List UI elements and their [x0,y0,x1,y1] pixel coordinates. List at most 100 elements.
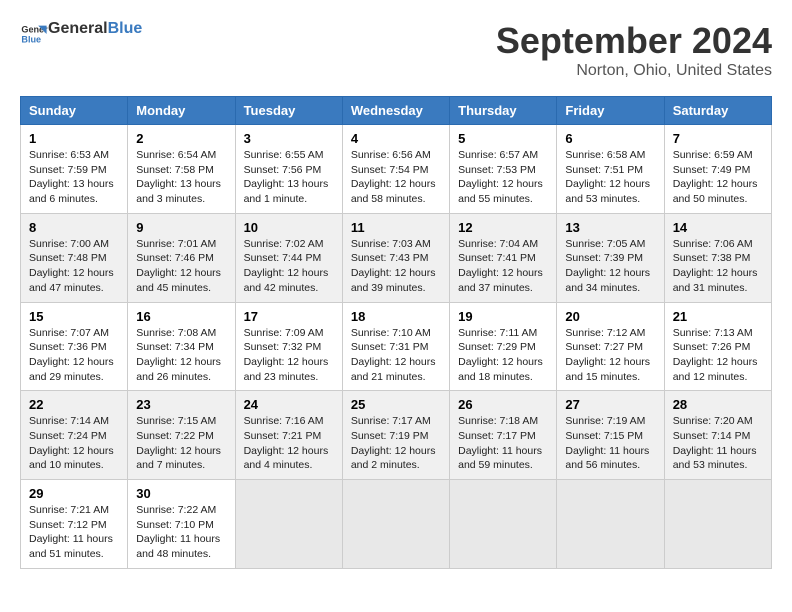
calendar-cell: 6 Sunrise: 6:58 AM Sunset: 7:51 PM Daylig… [557,125,664,214]
calendar-cell: 25Sunrise: 7:17 AM Sunset: 7:19 PM Dayli… [342,391,449,480]
logo-icon: General Blue [20,20,48,48]
day-info: Sunrise: 7:05 AM Sunset: 7:39 PM Dayligh… [565,237,655,296]
calendar-cell: 12Sunrise: 7:04 AM Sunset: 7:41 PM Dayli… [450,213,557,302]
day-number: 15 [29,309,119,324]
calendar-cell: 10 Sunrise: 7:02 AM Sunset: 7:44 PM Dayli… [235,213,342,302]
calendar-cell: 5 Sunrise: 6:57 AM Sunset: 7:53 PM Daylig… [450,125,557,214]
calendar-cell: 28 Sunrise: 7:20 AM Sunset: 7:14 PM Dayli… [664,391,771,480]
day-info: Sunrise: 6:57 AM Sunset: 7:53 PM Dayligh… [458,148,548,207]
day-number: 17 [244,309,334,324]
calendar-cell: 19 Sunrise: 7:11 AM Sunset: 7:29 PM Dayli… [450,302,557,391]
day-number: 29 [29,486,119,501]
weekday-header-friday: Friday [557,97,664,125]
calendar-cell: 17 Sunrise: 7:09 AM Sunset: 7:32 PM Dayli… [235,302,342,391]
month-title: September 2024 [142,20,772,62]
calendar-cell: 7Sunrise: 6:59 AM Sunset: 7:49 PM Daylig… [664,125,771,214]
day-number: 9 [136,220,226,235]
day-info: Sunrise: 7:16 AM Sunset: 7:21 PM Dayligh… [244,414,334,473]
day-info: Sunrise: 7:20 AM Sunset: 7:14 PM Dayligh… [673,414,763,473]
calendar-cell: 18 Sunrise: 7:10 AM Sunset: 7:31 PM Dayli… [342,302,449,391]
day-number: 19 [458,309,548,324]
day-number: 10 [244,220,334,235]
day-number: 26 [458,397,548,412]
calendar-cell: 21 Sunrise: 7:13 AM Sunset: 7:26 PM Dayli… [664,302,771,391]
day-info: Sunrise: 7:07 AM Sunset: 7:36 PM Dayligh… [29,326,119,385]
day-info: Sunrise: 7:15 AM Sunset: 7:22 PM Dayligh… [136,414,226,473]
calendar-cell: 26 Sunrise: 7:18 AM Sunset: 7:17 PM Dayli… [450,391,557,480]
day-number: 28 [673,397,763,412]
calendar-cell: 1Sunrise: 6:53 AM Sunset: 7:59 PM Daylig… [21,125,128,214]
weekday-header-wednesday: Wednesday [342,97,449,125]
day-number: 11 [351,220,441,235]
calendar-cell [235,480,342,569]
day-number: 13 [565,220,655,235]
title-area: September 2024 Norton, Ohio, United Stat… [142,20,772,80]
day-info: Sunrise: 7:09 AM Sunset: 7:32 PM Dayligh… [244,326,334,385]
day-number: 5 [458,131,548,146]
day-info: Sunrise: 7:03 AM Sunset: 7:43 PM Dayligh… [351,237,441,296]
day-info: Sunrise: 7:00 AM Sunset: 7:48 PM Dayligh… [29,237,119,296]
day-info: Sunrise: 6:54 AM Sunset: 7:58 PM Dayligh… [136,148,226,207]
day-number: 21 [673,309,763,324]
day-info: Sunrise: 6:58 AM Sunset: 7:51 PM Dayligh… [565,148,655,207]
week-row-3: 15 Sunrise: 7:07 AM Sunset: 7:36 PM Dayli… [21,302,772,391]
calendar-cell: 9 Sunrise: 7:01 AM Sunset: 7:46 PM Daylig… [128,213,235,302]
calendar-cell: 24 Sunrise: 7:16 AM Sunset: 7:21 PM Dayli… [235,391,342,480]
day-info: Sunrise: 7:12 AM Sunset: 7:27 PM Dayligh… [565,326,655,385]
header: General Blue General Blue GeneralBlue Se… [20,20,772,80]
calendar-cell: 27Sunrise: 7:19 AM Sunset: 7:15 PM Dayli… [557,391,664,480]
day-info: Sunrise: 7:02 AM Sunset: 7:44 PM Dayligh… [244,237,334,296]
day-number: 14 [673,220,763,235]
svg-text:Blue: Blue [21,34,41,44]
day-number: 8 [29,220,119,235]
calendar-cell: 22Sunrise: 7:14 AM Sunset: 7:24 PM Dayli… [21,391,128,480]
day-info: Sunrise: 7:19 AM Sunset: 7:15 PM Dayligh… [565,414,655,473]
day-number: 2 [136,131,226,146]
day-number: 30 [136,486,226,501]
calendar-cell: 11 Sunrise: 7:03 AM Sunset: 7:43 PM Dayli… [342,213,449,302]
calendar-cell: 14 Sunrise: 7:06 AM Sunset: 7:38 PM Dayli… [664,213,771,302]
day-number: 23 [136,397,226,412]
day-number: 4 [351,131,441,146]
day-info: Sunrise: 7:13 AM Sunset: 7:26 PM Dayligh… [673,326,763,385]
day-info: Sunrise: 6:55 AM Sunset: 7:56 PM Dayligh… [244,148,334,207]
weekday-header-sunday: Sunday [21,97,128,125]
calendar-cell: 2 Sunrise: 6:54 AM Sunset: 7:58 PM Daylig… [128,125,235,214]
calendar-cell: 13 Sunrise: 7:05 AM Sunset: 7:39 PM Dayli… [557,213,664,302]
day-number: 24 [244,397,334,412]
week-row-4: 22Sunrise: 7:14 AM Sunset: 7:24 PM Dayli… [21,391,772,480]
day-info: Sunrise: 6:53 AM Sunset: 7:59 PM Dayligh… [29,148,119,207]
calendar-cell [557,480,664,569]
day-info: Sunrise: 7:21 AM Sunset: 7:12 PM Dayligh… [29,503,119,562]
day-number: 22 [29,397,119,412]
day-info: Sunrise: 6:59 AM Sunset: 7:49 PM Dayligh… [673,148,763,207]
calendar-cell: 8 Sunrise: 7:00 AM Sunset: 7:48 PM Daylig… [21,213,128,302]
calendar-cell [664,480,771,569]
calendar-table: SundayMondayTuesdayWednesdayThursdayFrid… [20,96,772,569]
location-title: Norton, Ohio, United States [142,62,772,80]
logo: General Blue General Blue [20,20,48,48]
logo-text-block: GeneralBlue [48,20,142,38]
calendar-cell [342,480,449,569]
day-number: 3 [244,131,334,146]
day-info: Sunrise: 7:10 AM Sunset: 7:31 PM Dayligh… [351,326,441,385]
day-info: Sunrise: 7:11 AM Sunset: 7:29 PM Dayligh… [458,326,548,385]
day-info: Sunrise: 7:22 AM Sunset: 7:10 PM Dayligh… [136,503,226,562]
day-number: 16 [136,309,226,324]
day-info: Sunrise: 7:06 AM Sunset: 7:38 PM Dayligh… [673,237,763,296]
day-info: Sunrise: 6:56 AM Sunset: 7:54 PM Dayligh… [351,148,441,207]
weekday-header-thursday: Thursday [450,97,557,125]
day-info: Sunrise: 7:08 AM Sunset: 7:34 PM Dayligh… [136,326,226,385]
day-info: Sunrise: 7:01 AM Sunset: 7:46 PM Dayligh… [136,237,226,296]
weekday-header-row: SundayMondayTuesdayWednesdayThursdayFrid… [21,97,772,125]
weekday-header-tuesday: Tuesday [235,97,342,125]
calendar-cell: 23 Sunrise: 7:15 AM Sunset: 7:22 PM Dayli… [128,391,235,480]
calendar-cell [450,480,557,569]
day-number: 6 [565,131,655,146]
day-number: 18 [351,309,441,324]
week-row-1: 1Sunrise: 6:53 AM Sunset: 7:59 PM Daylig… [21,125,772,214]
week-row-5: 29 Sunrise: 7:21 AM Sunset: 7:12 PM Dayli… [21,480,772,569]
week-row-2: 8 Sunrise: 7:00 AM Sunset: 7:48 PM Daylig… [21,213,772,302]
day-info: Sunrise: 7:17 AM Sunset: 7:19 PM Dayligh… [351,414,441,473]
day-info: Sunrise: 7:18 AM Sunset: 7:17 PM Dayligh… [458,414,548,473]
